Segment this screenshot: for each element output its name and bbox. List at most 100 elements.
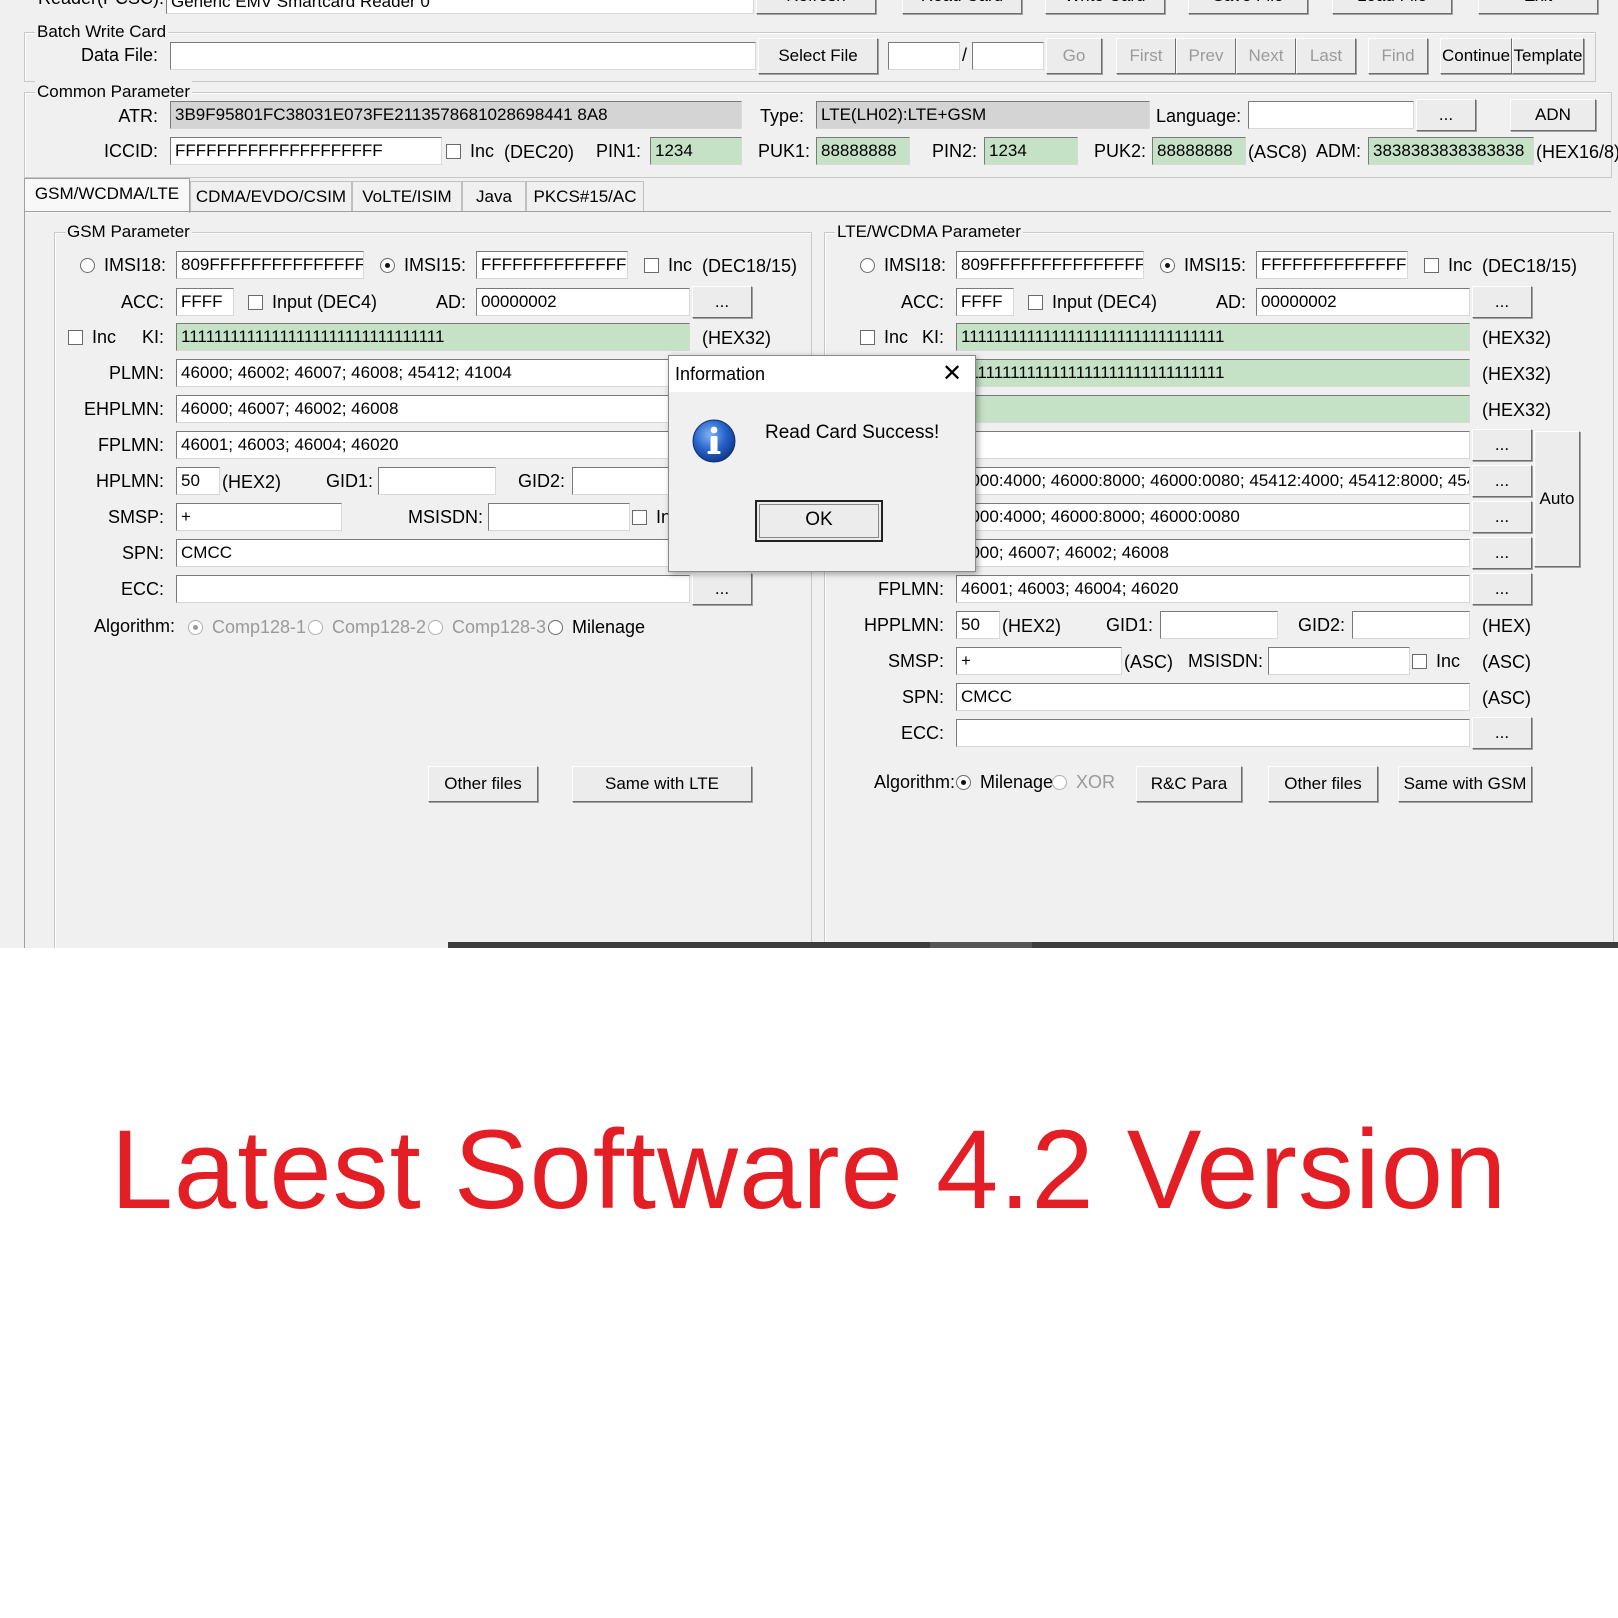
same-with-gsm-button[interactable]: Same with GSM [1398,766,1532,802]
lte-hplmnwact-browse-button[interactable]: ... [1472,501,1532,533]
lte-spn-input[interactable]: CMCC [956,683,1470,711]
lte-row4-input[interactable] [956,431,1470,459]
rc-para-button[interactable]: R&C Para [1136,766,1242,802]
lte-oplmn-input[interactable]: 5000:4000; 46000:8000; 46000:0080; 45412… [956,467,1470,495]
gsm-msisdn-inc-checkbox[interactable] [632,510,647,525]
iccid-input[interactable]: FFFFFFFFFFFFFFFFFFFF [170,137,442,165]
gsm-ecc-input[interactable] [176,575,690,603]
lte-other-files-button[interactable]: Other files [1268,766,1378,802]
gsm-smsp-input[interactable]: + [176,503,342,531]
gsm-gid1-input[interactable] [378,467,496,495]
lte-oplmn-browse-button[interactable]: ... [1472,465,1532,497]
go-button[interactable]: Go [1046,38,1102,74]
data-file-input[interactable] [170,42,756,70]
comp128-3-radio[interactable] [428,620,443,635]
gsm-ehplmn-input[interactable]: 46000; 46007; 46002; 46008 [176,395,690,423]
lte-hplmnwact-input[interactable]: 5000:4000; 46000:8000; 46000:0080 [956,503,1470,531]
refresh-button[interactable]: Refresh [756,0,876,14]
first-button[interactable]: First [1116,38,1176,74]
lte-row3-input[interactable] [956,395,1470,423]
pin1-input[interactable]: 1234 [650,137,742,165]
tab-volte-isim[interactable]: VoLTE/ISIM [352,181,462,212]
gsm-imsi18-radio[interactable] [80,258,95,273]
continue-button[interactable]: Continue [1440,38,1512,74]
gsm-msisdn-input[interactable] [488,503,630,531]
lte-msisdn-inc-checkbox[interactable] [1412,654,1427,669]
tab-java[interactable]: Java [462,181,526,212]
lte-imsi18-input[interactable]: 809FFFFFFFFFFFFFFF [956,251,1144,279]
reader-select[interactable]: Generic EMV Smartcard Reader 0 [166,0,754,14]
language-browse-button[interactable]: ... [1416,99,1476,131]
tab-gsm-wcdma-lte[interactable]: GSM/WCDMA/LTE [24,178,190,213]
lte-msisdn-input[interactable] [1268,647,1410,675]
adm-input[interactable]: 3838383838383838 [1368,137,1534,165]
lte-ecc-input[interactable] [956,719,1470,747]
lte-acc-input-checkbox[interactable] [1028,295,1043,310]
comp128-1-radio[interactable] [188,620,203,635]
lte-ki-inc-checkbox[interactable] [860,330,875,345]
page-current-input[interactable] [888,42,960,70]
gsm-ecc-browse-button[interactable]: ... [692,573,752,605]
lte-hpplmn-input[interactable]: 50 [956,611,1000,639]
select-file-button[interactable]: Select File [758,38,878,74]
iccid-inc-checkbox[interactable] [446,144,461,159]
gsm-spn-input[interactable]: CMCC [176,539,690,567]
read-card-button[interactable]: Read Card [902,0,1022,14]
puk1-input[interactable]: 88888888 [816,137,910,165]
close-icon[interactable]: ✕ [937,359,967,389]
auto-button[interactable]: Auto [1534,431,1580,567]
lte-imsi15-radio[interactable] [1160,258,1175,273]
lte-gid1-input[interactable] [1160,611,1278,639]
template-button[interactable]: Template [1512,38,1584,74]
gsm-imsi15-radio[interactable] [380,258,395,273]
lte-ehplmn-input[interactable]: 5000; 46007; 46002; 46008 [956,539,1470,567]
lte-row4-browse-button[interactable]: ... [1472,429,1532,461]
next-button[interactable]: Next [1236,38,1296,74]
gsm-other-files-button[interactable]: Other files [428,766,538,802]
lte-fplmn-browse-button[interactable]: ... [1472,573,1532,605]
load-file-button[interactable]: Load File [1332,0,1452,14]
lte-imsi15-input[interactable]: FFFFFFFFFFFFFFF [1256,251,1408,279]
language-input[interactable] [1248,101,1414,129]
milenage-lte-radio[interactable] [956,775,971,790]
gsm-ad-input[interactable]: 00000002 [476,288,690,316]
lte-acc-input[interactable]: FFFF [956,288,1014,316]
find-button[interactable]: Find [1368,38,1428,74]
gsm-imsi18-input[interactable]: 809FFFFFFFFFFFFFFF [176,251,364,279]
same-with-lte-button[interactable]: Same with LTE [572,766,752,802]
gsm-plmn-input[interactable]: 46000; 46002; 46007; 46008; 45412; 41004 [176,359,690,387]
gsm-ki-input[interactable]: 11111111111111111111111111111111 [176,323,690,351]
gsm-acc-input-checkbox[interactable] [248,295,263,310]
lte-ehplmn-browse-button[interactable]: ... [1472,537,1532,569]
lte-imsi18-radio[interactable] [860,258,875,273]
gsm-fplmn-input[interactable]: 46001; 46003; 46004; 46020 [176,431,690,459]
lte-smsp-input[interactable]: + [956,647,1122,675]
gsm-imsi15-input[interactable]: FFFFFFFFFFFFFFF [476,251,628,279]
tab-cdma-evdo-csim[interactable]: CDMA/EVDO/CSIM [190,181,352,212]
page-total-input[interactable] [972,42,1044,70]
gsm-hplmn-input[interactable]: 50 [176,467,220,495]
lte-fplmn-input[interactable]: 46001; 46003; 46004; 46020 [956,575,1470,603]
lte-ad-browse-button[interactable]: ... [1472,286,1532,318]
lte-gid2-input[interactable] [1352,611,1470,639]
gsm-acc-input[interactable]: FFFF [176,288,234,316]
pin2-input[interactable]: 1234 [984,137,1078,165]
lte-ecc-browse-button[interactable]: ... [1472,717,1532,749]
lte-ad-input[interactable]: 00000002 [1256,288,1470,316]
tab-pkcs15-ac[interactable]: PKCS#15/AC [526,181,644,212]
lte-ki-input[interactable]: 11111111111111111111111111111111 [956,323,1470,351]
prev-button[interactable]: Prev [1176,38,1236,74]
lte-imsi-inc-checkbox[interactable] [1424,258,1439,273]
gsm-imsi-inc-checkbox[interactable] [644,258,659,273]
last-button[interactable]: Last [1296,38,1356,74]
gsm-ki-inc-checkbox[interactable] [68,330,83,345]
milenage-gsm-radio[interactable] [548,620,563,635]
save-file-button[interactable]: Save File [1188,0,1308,14]
ok-button[interactable]: OK [755,500,883,542]
comp128-2-radio[interactable] [308,620,323,635]
lte-opc-input[interactable]: 11111111111111111111111111111111 [956,359,1470,387]
adn-button[interactable]: ADN [1510,99,1596,131]
xor-radio[interactable] [1052,775,1067,790]
write-card-button[interactable]: Write Card [1045,0,1165,14]
exit-button[interactable]: Exit [1478,0,1598,14]
